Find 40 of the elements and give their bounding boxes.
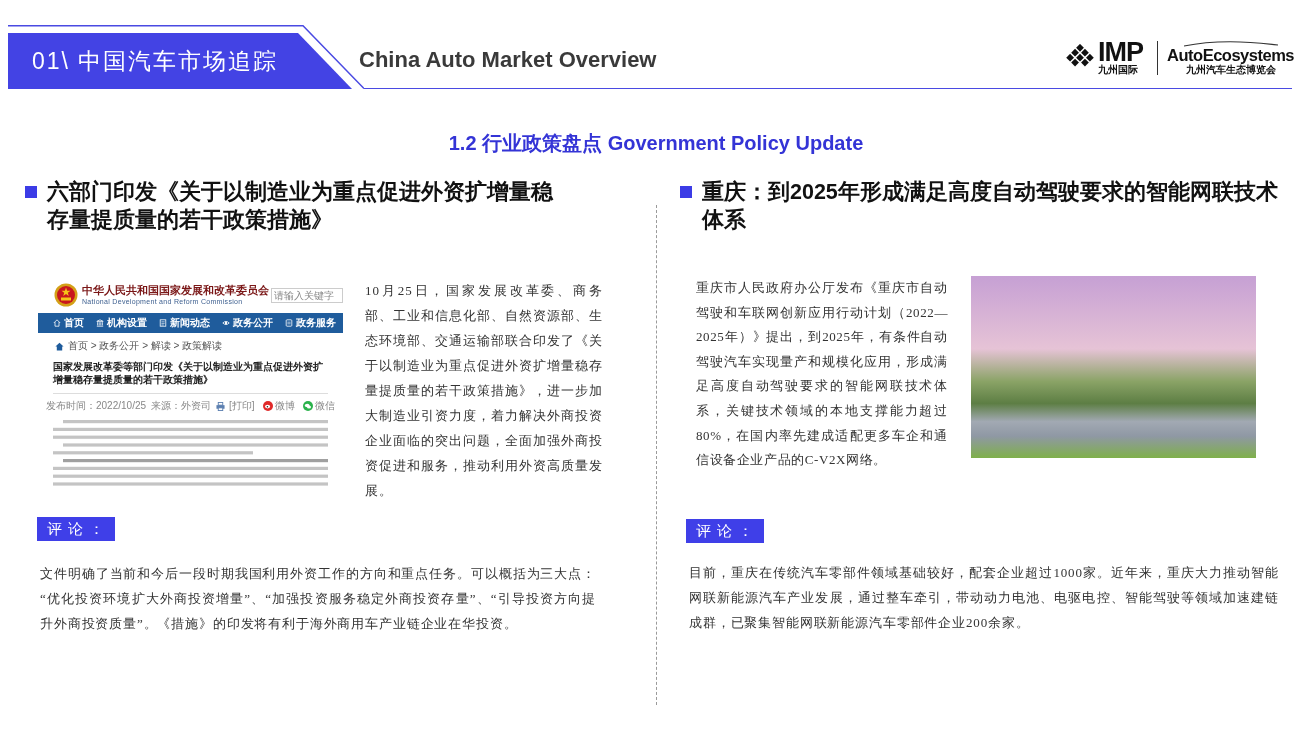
print-link[interactable]: [打印]	[229, 400, 255, 412]
swoosh-icon	[1182, 40, 1279, 47]
nav-item[interactable]: 机构设置	[93, 313, 150, 333]
home-icon	[55, 341, 64, 351]
site-name: 中华人民共和国国家发展和改革委员会	[82, 284, 269, 297]
search-field[interactable]: 请输入关键字	[271, 287, 343, 303]
comment-label: 评 论 ：	[37, 517, 116, 541]
square-bullet-icon	[25, 186, 37, 198]
comment-text: 目前，重庆在传统汽车零部件领域基础较好，配套企业超过1000家。近年来，重庆大力推动智能网联新能源汽车产业发展，通过整车牵引，带动动力电池、电驱电控、智能驾驶等领域加速建链成群，已聚集智能网联新能源汽车零部件企业200余家。	[689, 563, 1279, 632]
logo-wordmark: AutoEcosystems	[1167, 47, 1294, 64]
panel-heading: 重庆：到2025年形成满足高度自动驾驶要求的智能网联技术体系	[702, 179, 1279, 234]
body-text: 10月25日，国家发展改革委、商务部、工业和信息化部、自然资源部、生态环境部、交通运输部联合印发了《关于以制造业为重点促进外资扩增量稳存量提质量的若干政策措施》，进一步加大制造业引资力度，着力解决外商投资企业面临的突出问题，全面加强外商投资促进和服务，推动利用外资高质量发展。	[365, 282, 603, 500]
logo-caption: 九州汽车生态博览会	[1185, 64, 1276, 76]
chat-bubble-icon	[303, 401, 313, 411]
nav-item[interactable]: 新闻动态	[156, 313, 213, 333]
document-icon	[285, 319, 293, 327]
square-bullet-icon	[680, 186, 692, 198]
printer-icon	[216, 401, 226, 411]
building-icon	[96, 319, 104, 327]
circle-logo-icon	[263, 401, 273, 411]
breadcrumb: 首页 > 政务公开 > 解读 > 政策解读	[68, 340, 223, 352]
home-icon	[53, 319, 61, 327]
publish-date: 发布时间：2022/10/25	[46, 400, 147, 412]
eye-icon	[222, 319, 230, 327]
share-link[interactable]: 微博	[275, 400, 295, 412]
nav-item[interactable]: 政务公开	[219, 313, 276, 333]
article-title: 国家发展改革委等部门印发《关于以制造业为重点促进外资扩增量稳存量提质量的若干政策措施》	[53, 360, 324, 386]
body-text: 重庆市人民政府办公厅发布《重庆市自动驾驶和车联网创新应用行动计划（2022—2025年）》提出，到2025年，有条件自动驾驶汽车实现量产和规模化应用，形成满足高度自动驾驶要求的智能网联技术体系，关键技术领域的本地支撑能力超过80%，在国内率先建成适配更多车企和通信设备企业产品的C-V2X网络。	[696, 279, 948, 470]
logo-caption: 九州国际	[1098, 64, 1139, 75]
source-text: 来源：外资司	[151, 400, 212, 412]
nav-item[interactable]: 首页	[50, 313, 87, 333]
share-link[interactable]: 微信	[315, 400, 335, 412]
section-title: 1.2 行业政策盘点 Government Policy Update	[448, 131, 864, 156]
comment-text: 文件明确了当前和今后一段时期我国利用外资工作的方向和重点任务。可以概括为三大点：“优化投资环境扩大外商投资增量”、“加强投资服务稳定外商投资存量”、“引导投资方向提升外商投资质量”。《措施》的印发将有利于海外商用车产业链企业在华投资。	[40, 565, 596, 633]
logo-wordmark: IMP	[1098, 41, 1144, 64]
comment-label: 评 论 ：	[686, 518, 765, 543]
nav-item[interactable]: 政务服务	[282, 313, 339, 333]
panel-heading: 六部门印发《关于以制造业为重点促进外资扩增量稳存量提质量的若干政策措施》	[47, 179, 555, 234]
emblem-icon	[54, 283, 78, 307]
document-icon	[159, 319, 167, 327]
